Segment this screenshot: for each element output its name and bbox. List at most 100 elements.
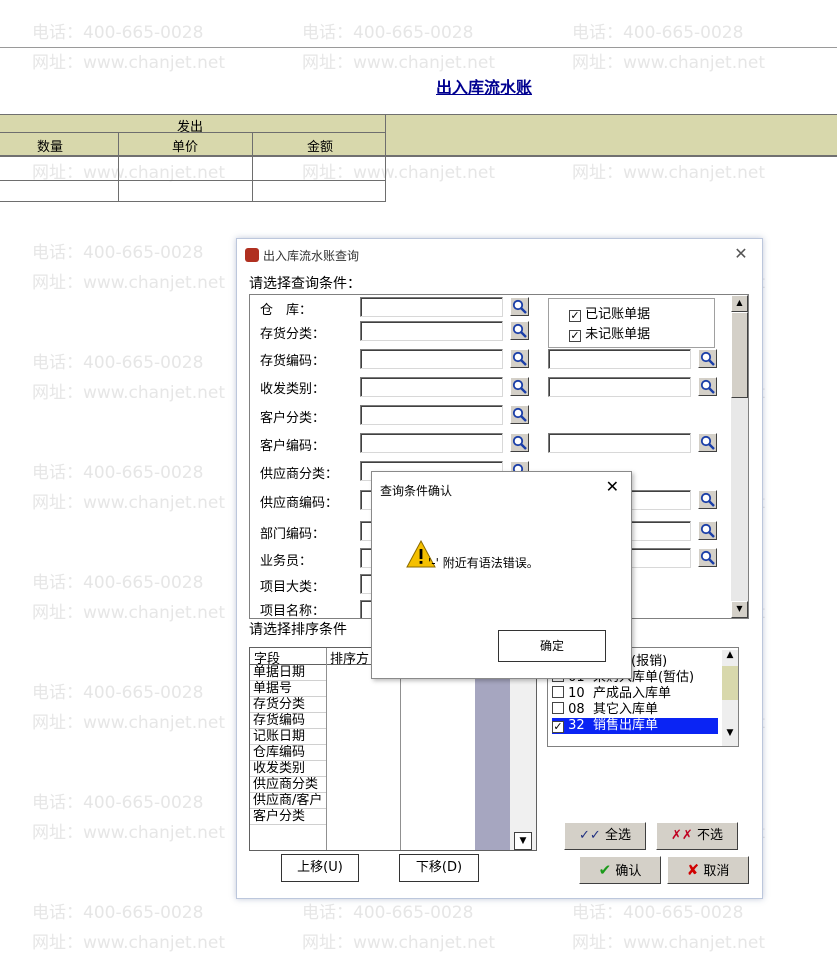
watermark-phone: 电话：400-665-0028 [32, 793, 204, 813]
scroll-thumb[interactable] [731, 312, 748, 398]
watermark-phone: 电话：400-665-0028 [32, 243, 204, 263]
label-salesperson: 业务员： [260, 554, 313, 569]
grid-line [0, 180, 385, 181]
label-transaction-type: 收发类别： [260, 382, 326, 397]
search-icon[interactable] [698, 490, 717, 509]
search-icon[interactable] [510, 321, 529, 340]
inventory-category-input[interactable] [360, 321, 503, 341]
app-icon [245, 248, 259, 262]
label-inventory-code: 存货编码： [260, 354, 326, 369]
condition-scrollbar[interactable]: ▲ ▼ [731, 295, 748, 618]
sort-row[interactable]: 存货编码 [250, 713, 326, 729]
grid-line [0, 201, 385, 202]
scroll-thumb[interactable] [722, 666, 738, 700]
chevron-up-icon[interactable]: ▲ [722, 650, 738, 666]
watermark-phone: 电话：400-665-0028 [32, 573, 204, 593]
label-project-name: 项目名称： [260, 604, 326, 619]
checkbox-checked-icon[interactable]: ✓ [569, 330, 581, 342]
search-icon[interactable] [698, 521, 717, 540]
customer-category-input[interactable] [360, 405, 503, 425]
move-up-button[interactable]: 上移(U) [281, 854, 359, 882]
label-customer-code: 客户编码： [260, 439, 326, 454]
watermark-web: 网址：www.chanjet.net [32, 823, 226, 843]
inventory-code-to-input[interactable] [548, 349, 691, 369]
sort-row[interactable]: 单据日期 [250, 665, 326, 681]
customer-code-to-input[interactable] [548, 433, 691, 453]
warehouse-input[interactable] [360, 297, 503, 317]
sort-row[interactable]: 供应商分类 [250, 777, 326, 793]
search-icon[interactable] [510, 405, 529, 424]
checkbox-checked-icon[interactable]: ✓ [569, 310, 581, 322]
watermark-web: 网址：www.chanjet.net [572, 53, 766, 73]
header-divider [0, 132, 385, 133]
close-icon[interactable]: ✕ [732, 245, 750, 263]
type-name: 产成品入库单 [592, 686, 671, 701]
search-icon[interactable] [510, 377, 529, 396]
watermark-phone: 电话：400-665-0028 [32, 353, 204, 373]
move-down-button[interactable]: 下移(D) [399, 854, 479, 882]
type-code: 10 [568, 686, 585, 701]
type-code: 08 [568, 702, 585, 717]
select-all-button[interactable]: ✓✓ 全选 [564, 822, 646, 850]
sort-row[interactable]: 收发类别 [250, 761, 326, 777]
header-quantity: 数量 [36, 140, 63, 155]
watermark-phone: 电话：400-665-0028 [32, 903, 204, 923]
sort-row[interactable]: 单据号 [250, 681, 326, 697]
scroll-down-icon[interactable]: ▼ [514, 832, 532, 850]
checkbox-checked-icon[interactable]: ✓ [552, 721, 564, 733]
watermark-phone: 电话：400-665-0028 [32, 683, 204, 703]
select-none-button[interactable]: ✗✗ 不选 [656, 822, 738, 850]
scroll-up-icon[interactable]: ▲ [731, 295, 748, 312]
type-code: 32 [568, 718, 585, 733]
customer-code-input[interactable] [360, 433, 503, 453]
watermark-phone: 电话：400-665-0028 [32, 23, 204, 43]
checkbox-icon[interactable] [552, 702, 564, 714]
scroll-down-icon[interactable]: ▼ [731, 601, 748, 618]
list-item-selected[interactable]: ✓ 32 销售出库单 [552, 718, 718, 734]
grid-line [326, 648, 327, 850]
posted-checkbox[interactable]: ✓ 已记账单据 [569, 303, 650, 322]
condition-section-label: 请选择查询条件： [249, 276, 361, 292]
cancel-label: 取消 [703, 864, 730, 879]
confirm-button[interactable]: ✔ 确认 [579, 856, 661, 884]
sort-row[interactable]: 供应商/客户 [250, 793, 326, 809]
watermark-web: 网址：www.chanjet.net [32, 493, 226, 513]
close-icon[interactable]: ✕ [606, 477, 619, 496]
sort-row[interactable]: 仓库编码 [250, 745, 326, 761]
ok-button[interactable]: 确定 [498, 630, 606, 662]
search-icon[interactable] [510, 349, 529, 368]
watermark-web: 网址：www.chanjet.net [32, 53, 226, 73]
search-icon[interactable] [510, 433, 529, 452]
posted-label: 已记账单据 [585, 307, 651, 322]
unposted-checkbox[interactable]: ✓ 未记账单据 [569, 323, 650, 342]
watermark-phone: 电话：400-665-0028 [302, 23, 474, 43]
type-list-scrollbar[interactable]: ▲ ▼ [722, 650, 738, 746]
search-icon[interactable] [510, 297, 529, 316]
confirm-message-box: 查询条件确认 ✕ '-' 附近有语法错误。 确定 [371, 471, 632, 679]
report-top-rule [0, 47, 837, 48]
list-item[interactable]: 08 其它入库单 [552, 702, 658, 718]
check-icon: ✔ [598, 861, 612, 879]
cross-icon: ✘ [686, 861, 700, 879]
list-item[interactable]: 10 产成品入库单 [552, 686, 671, 702]
message-title: 查询条件确认 [380, 484, 453, 498]
search-icon[interactable] [698, 377, 717, 396]
watermark-web: 网址：www.chanjet.net [302, 933, 496, 953]
select-none-label: 不选 [696, 828, 723, 843]
cancel-button[interactable]: ✘ 取消 [667, 856, 749, 884]
sort-row[interactable]: 记账日期 [250, 729, 326, 745]
watermark-web: 网址：www.chanjet.net [572, 163, 766, 183]
chevron-down-icon[interactable]: ▼ [722, 728, 738, 744]
sort-row[interactable]: 客户分类 [250, 809, 326, 825]
confirm-label: 确认 [615, 864, 642, 879]
sort-row[interactable]: 存货分类 [250, 697, 326, 713]
report-header [0, 114, 837, 157]
transaction-type-to-input[interactable] [548, 377, 691, 397]
checkbox-icon[interactable] [552, 686, 564, 698]
search-icon[interactable] [698, 349, 717, 368]
header-amount: 金额 [306, 140, 333, 155]
search-icon[interactable] [698, 433, 717, 452]
transaction-type-input[interactable] [360, 377, 503, 397]
search-icon[interactable] [698, 548, 717, 567]
inventory-code-input[interactable] [360, 349, 503, 369]
